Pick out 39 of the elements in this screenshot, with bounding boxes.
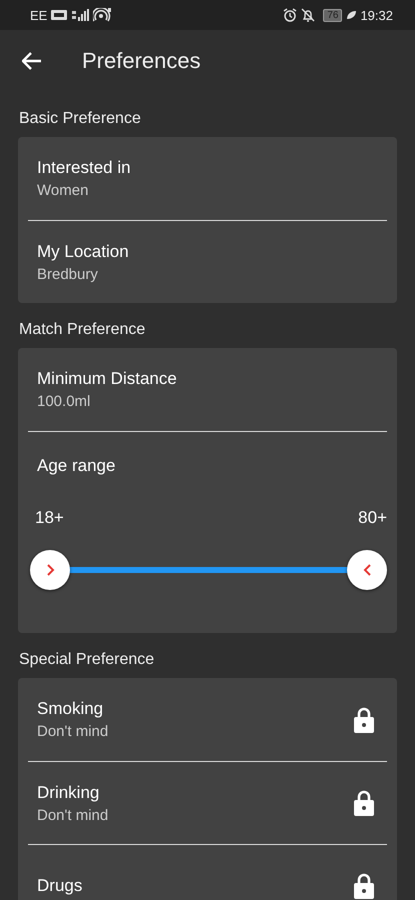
chevron-icon bbox=[362, 564, 372, 576]
alarm-icon bbox=[283, 8, 298, 22]
signal-icon bbox=[71, 9, 90, 21]
setting-label: My Location bbox=[37, 242, 130, 262]
setting-label: Smoking bbox=[37, 699, 104, 719]
setting-value: Don't mind bbox=[37, 723, 110, 740]
carrier-name: EE bbox=[30, 8, 48, 22]
setting-label: Age range bbox=[37, 456, 116, 476]
setting-label: Interested in bbox=[37, 158, 132, 178]
setting-label: Minimum Distance bbox=[37, 369, 178, 389]
chevron-icon bbox=[44, 564, 56, 576]
preference-row[interactable]: Drinking Don't mind bbox=[28, 761, 387, 844]
section-title: Basic Preference bbox=[19, 110, 142, 128]
bell-off-icon bbox=[301, 8, 316, 22]
setting-value: Bredbury bbox=[37, 266, 99, 282]
setting-label: Drugs bbox=[37, 876, 84, 896]
setting-value: 100.0ml bbox=[37, 393, 92, 410]
setting-value: Women bbox=[37, 182, 90, 199]
hotspot-icon bbox=[93, 8, 112, 22]
slider-handle[interactable] bbox=[30, 550, 70, 590]
preference-row[interactable]: Minimum Distance 100.0ml bbox=[28, 348, 387, 431]
back-arrow-icon bbox=[22, 52, 42, 70]
setting-value: Don't mind bbox=[37, 806, 110, 824]
preference-row[interactable]: My Location Bredbury bbox=[28, 220, 387, 303]
range-max-label: 80+ bbox=[358, 508, 387, 528]
range-min-label: 18+ bbox=[35, 508, 64, 528]
back-button[interactable] bbox=[22, 52, 42, 70]
volte-icon bbox=[51, 10, 68, 20]
leaf-icon bbox=[346, 10, 356, 20]
setting-label: Drinking bbox=[37, 782, 100, 802]
preference-row[interactable]: Smoking Don't mind bbox=[28, 678, 387, 761]
clock-time: 19:32 bbox=[360, 8, 393, 22]
section-title: Match Preference bbox=[19, 321, 146, 339]
section-title: Special Preference bbox=[19, 651, 156, 669]
battery-level: 76 bbox=[323, 8, 342, 22]
slider-handle[interactable] bbox=[347, 550, 387, 590]
preference-row[interactable]: Interested in Women bbox=[28, 137, 387, 220]
preference-row[interactable]: Drugs bbox=[28, 844, 387, 900]
page-title: Preferences bbox=[82, 48, 201, 74]
